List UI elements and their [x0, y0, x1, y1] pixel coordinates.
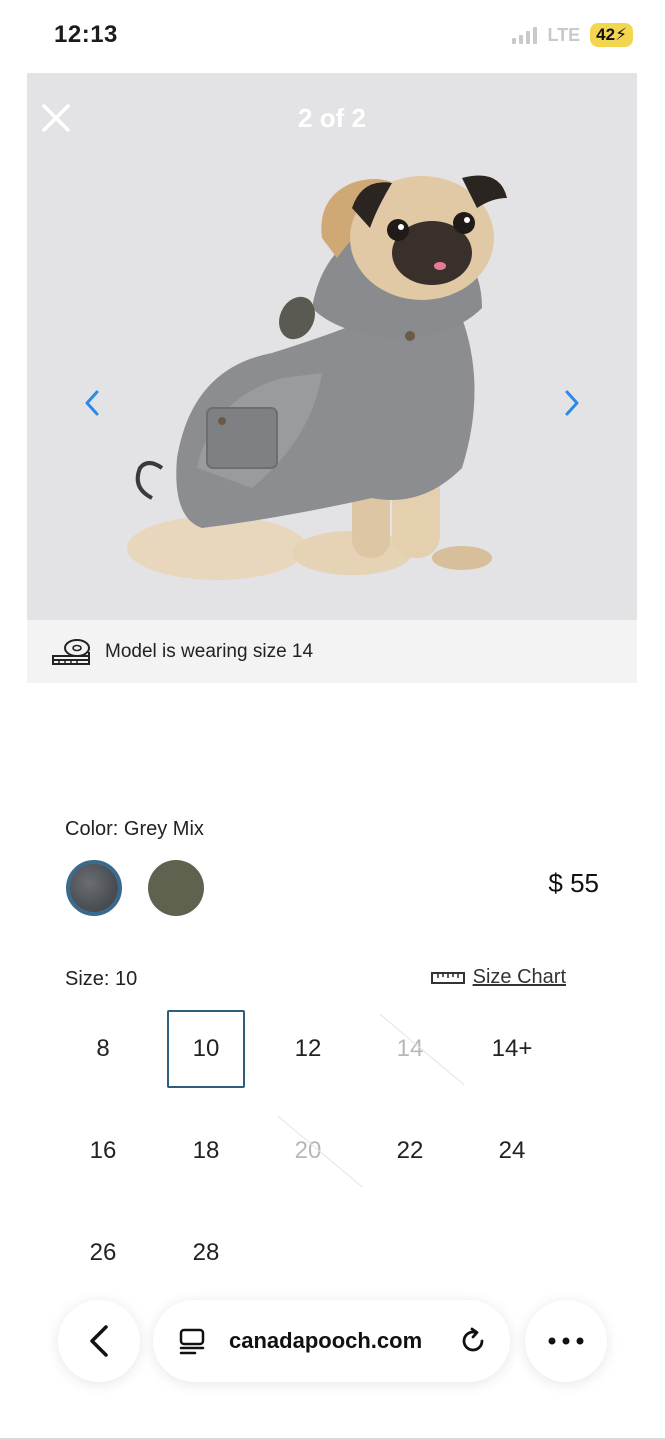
image-viewer: 2 of 2	[27, 73, 637, 620]
size-option-10[interactable]: 10	[167, 1010, 245, 1088]
url-text: canadapooch.com	[229, 1328, 423, 1353]
size-chart-link[interactable]: Size Chart	[430, 966, 566, 989]
more-dots-icon	[548, 1337, 584, 1345]
back-button[interactable]	[58, 1300, 140, 1382]
size-option-12[interactable]: 12	[269, 1010, 347, 1088]
browser-toolbar: canadapooch.com	[0, 1292, 665, 1392]
color-swatch-olive[interactable]	[148, 860, 204, 916]
address-bar[interactable]: canadapooch.com	[153, 1300, 510, 1382]
previous-image-button[interactable]	[77, 383, 107, 423]
size-option-26[interactable]: 26	[64, 1214, 142, 1292]
more-options-button[interactable]	[525, 1300, 607, 1382]
size-caption: Model is wearing size 14	[27, 620, 637, 683]
size-option-20: 20	[269, 1112, 347, 1190]
size-option-14-plus[interactable]: 14+	[473, 1010, 551, 1088]
size-option-label: 12	[294, 1035, 322, 1062]
size-option-8[interactable]: 8	[64, 1010, 142, 1088]
size-option-16[interactable]: 16	[64, 1112, 142, 1190]
size-option-28[interactable]: 28	[167, 1214, 245, 1292]
color-swatch-grey-mix[interactable]	[66, 860, 122, 916]
size-option-label: 16	[89, 1137, 117, 1164]
chevron-left-icon	[85, 390, 99, 416]
size-caption-text: Model is wearing size 14	[105, 640, 314, 662]
size-option-18[interactable]: 18	[167, 1112, 245, 1190]
size-option-label: 8	[96, 1035, 110, 1062]
size-option-22[interactable]: 22	[371, 1112, 449, 1190]
product-price: $ 55	[548, 868, 599, 898]
size-option-label: 10	[192, 1035, 220, 1062]
status-time: 12:13	[54, 21, 118, 48]
chevron-left-icon	[90, 1325, 108, 1357]
network-type: LTE	[547, 24, 581, 45]
size-option-label: 18	[192, 1137, 220, 1164]
size-option-label: 22	[396, 1137, 424, 1164]
size-option-label: 24	[498, 1137, 526, 1164]
image-counter: 2 of 2	[298, 103, 366, 133]
size-label: Size: 10	[65, 968, 138, 990]
color-label: Color: Grey Mix	[65, 818, 204, 840]
size-chart-label: Size Chart	[472, 966, 566, 988]
status-indicators: LTE 42⚡	[512, 23, 633, 47]
status-bar: 12:13 LTE 42⚡	[0, 0, 665, 70]
measuring-tape-icon	[52, 638, 90, 665]
battery-level: 42	[596, 25, 616, 44]
tab-overview-icon[interactable]	[177, 1326, 207, 1356]
next-image-button[interactable]	[557, 383, 587, 423]
chevron-right-icon	[565, 390, 579, 416]
ruler-icon	[430, 971, 465, 984]
reload-icon[interactable]	[458, 1326, 488, 1356]
size-option-label: 14	[396, 1035, 424, 1062]
size-option-label: 14+	[491, 1035, 533, 1062]
product-photo	[127, 175, 507, 580]
battery-icon: 42⚡	[590, 23, 633, 47]
size-option-14: 14	[371, 1010, 449, 1088]
size-option-label: 28	[192, 1239, 220, 1266]
size-option-label: 20	[294, 1137, 322, 1164]
size-option-24[interactable]: 24	[473, 1112, 551, 1190]
cellular-signal-icon	[512, 26, 538, 44]
size-option-label: 26	[89, 1239, 117, 1266]
